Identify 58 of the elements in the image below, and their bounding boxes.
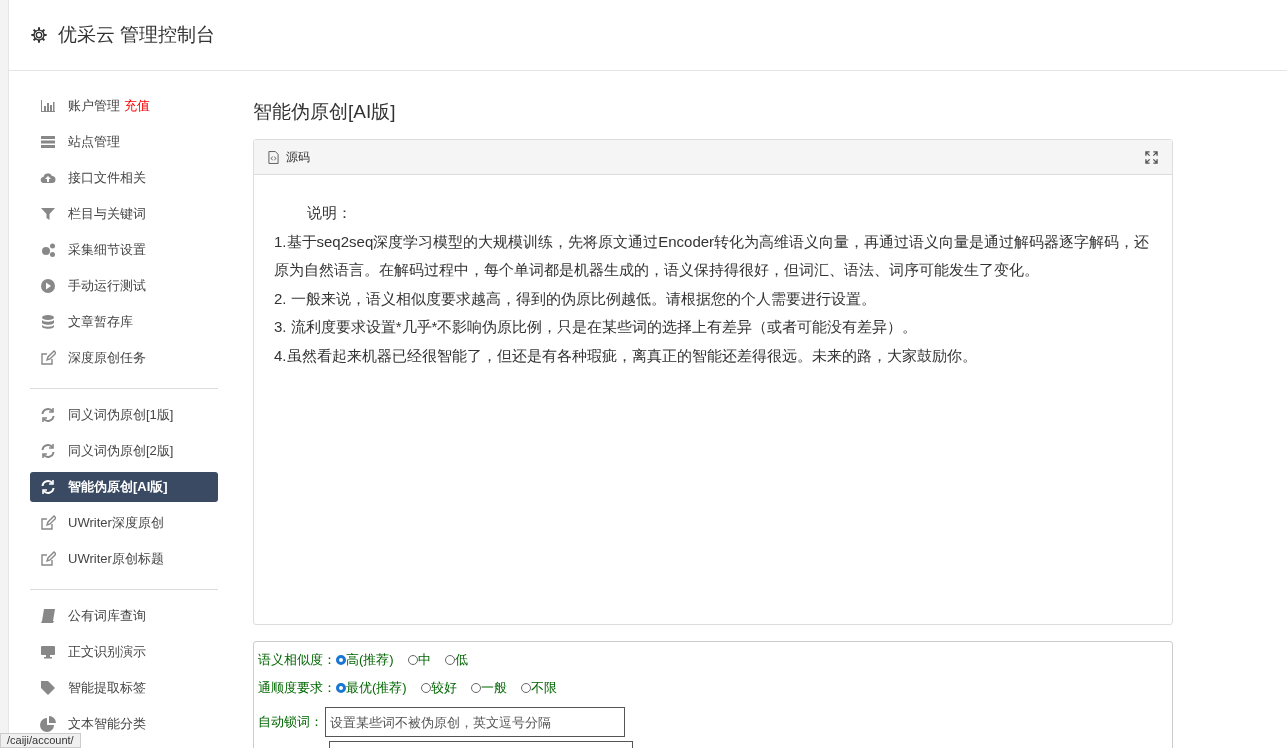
option-label: 自动锁词： (258, 713, 323, 731)
lock-words-field[interactable]: 设置某些词不被伪原创，英文逗号分隔 (325, 707, 625, 737)
radio-option[interactable]: 中 (407, 651, 431, 669)
edit-icon (40, 350, 56, 366)
sidebar-item[interactable]: 深度原创任务 (30, 343, 218, 373)
url-tooltip: /caiji/account/ (0, 733, 81, 748)
server-icon (40, 134, 56, 150)
refresh-icon (40, 479, 56, 495)
sidebar-item[interactable]: 账户管理 充值 (30, 91, 218, 121)
tag-icon (40, 680, 56, 696)
radio-option[interactable]: 最优(推荐) (336, 679, 407, 697)
sidebar-item[interactable]: UWriter原创标题 (30, 544, 218, 574)
book-icon (40, 608, 56, 624)
refresh-icon (40, 443, 56, 459)
monitor-icon (40, 644, 56, 660)
filter-icon (40, 206, 56, 222)
sidebar-item[interactable]: 站点管理 (30, 127, 218, 157)
database-icon (40, 314, 56, 330)
bar-chart-icon (40, 98, 56, 114)
sidebar-item[interactable]: 正文识别演示 (30, 637, 218, 667)
sidebar-item[interactable]: 采集细节设置 (30, 235, 218, 265)
cloud-upload-icon (40, 170, 56, 186)
refresh-icon (40, 407, 56, 423)
radio-option[interactable]: 不限 (520, 679, 557, 697)
radio-option[interactable]: 一般 (470, 679, 507, 697)
instruction-paragraph: 4.虽然看起来机器已经很智能了，但还是有各种瑕疵，离真正的智能还差得很远。未来的路，大家鼓励你。 (274, 345, 978, 366)
sidebar-item[interactable]: 同义词伪原创[2版] (30, 436, 218, 466)
radio-button[interactable] (336, 655, 346, 665)
code-file-icon (268, 150, 279, 164)
pie-chart-icon (40, 716, 56, 732)
radio-option[interactable]: 高(推荐) (336, 651, 394, 669)
edit-icon (40, 515, 56, 531)
fullscreen-icon[interactable] (1145, 150, 1158, 164)
sidebar-item[interactable]: 智能提取标签 (30, 673, 218, 703)
page-title: 智能伪原创[AI版] (253, 100, 397, 124)
instruction-paragraph: 3. 流利度要求设置*几乎*不影响伪原比例，只是在某些词的选择上有差异（或者可能没有差异）。 (274, 317, 919, 337)
sidebar-item[interactable]: 同义词伪原创[1版] (30, 400, 218, 430)
instruction-paragraph: 1.基于seq2seq深度学习模型的大规模训练，先将原文通过Encoder转化为高维语义向量，再通过语义向量是通过解码器逐字解码，还原为自然语言。在解码过程中，每个单词都是机器生成的，语义保持得很好，但词汇、语法、词序可能发生了变化。 (274, 231, 1150, 280)
instructions-heading: 说明： (306, 203, 353, 223)
sidebar-item[interactable]: 栏目与关键词 (30, 199, 218, 229)
source-button[interactable]: 源码 (268, 148, 310, 166)
radio-option[interactable]: 较好 (420, 679, 457, 697)
settings-icon (30, 26, 48, 44)
play-icon (40, 278, 56, 294)
radio-button[interactable] (336, 683, 346, 693)
edit-icon (40, 551, 56, 567)
sidebar-item[interactable]: 接口文件相关 (30, 163, 218, 193)
recharge-link[interactable]: 充值 (124, 97, 150, 115)
sidebar-item[interactable]: 文章暂存库 (30, 307, 218, 337)
instruction-paragraph: 2. 一般来说，语义相似度要求越高，得到的伪原比例越低。请根据您的个人需要进行设置。 (274, 288, 877, 309)
option-label: 通顺度要求： (258, 679, 336, 697)
sidebar-item[interactable]: 智能伪原创[AI版] (30, 472, 218, 502)
option-label: 语义相似度： (258, 651, 336, 669)
radio-option[interactable]: 低 (444, 651, 468, 669)
sidebar-item[interactable]: UWriter深度原创 (30, 508, 218, 538)
sidebar-item[interactable]: 手动运行测试 (30, 271, 218, 301)
sidebar-item[interactable]: 公有词库查询 (30, 601, 218, 631)
console-title: 优采云 管理控制台 (58, 23, 216, 47)
